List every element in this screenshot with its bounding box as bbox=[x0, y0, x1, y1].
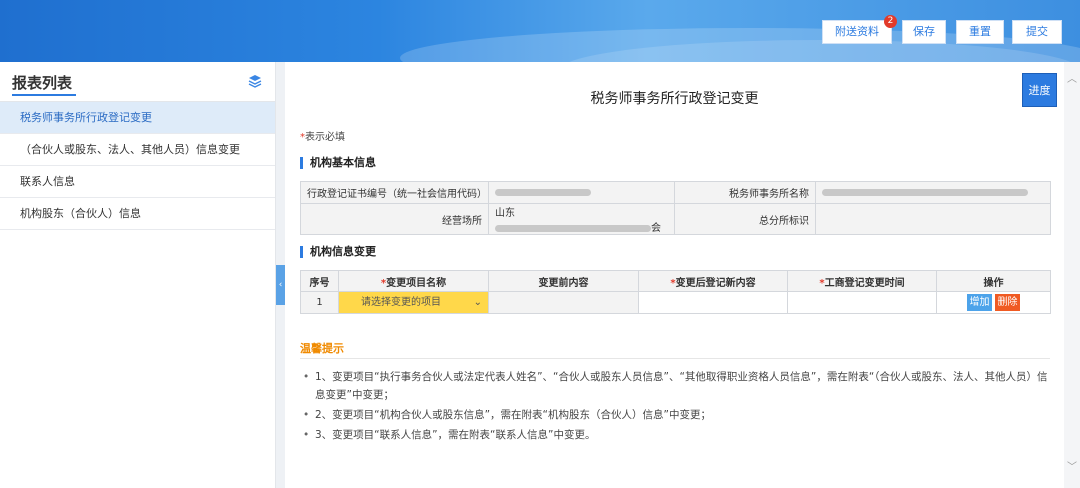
change-item-select[interactable]: 请选择变更的项目 ⌄ bbox=[339, 292, 488, 313]
ops-cell: 增加 删除 bbox=[936, 291, 1051, 314]
before-content-cell bbox=[488, 291, 639, 314]
col-no-header: 序号 bbox=[300, 270, 339, 292]
place-suffix: 会 bbox=[651, 223, 661, 234]
sidebar-item-partner-change[interactable]: （合伙人或股东、法人、其他人员）信息变更 bbox=[0, 134, 275, 166]
sidebar-title-underline bbox=[12, 94, 76, 96]
col-item-label: 变更项目名称 bbox=[386, 277, 447, 289]
change-info-section-title: 机构信息变更 bbox=[300, 246, 376, 258]
basic-info-section-title: 机构基本信息 bbox=[300, 157, 376, 169]
collapse-sidebar-toggle[interactable]: ‹ bbox=[276, 265, 285, 305]
change-time-input[interactable] bbox=[787, 291, 937, 314]
cert-number-value bbox=[488, 181, 675, 204]
layers-icon[interactable] bbox=[248, 74, 264, 90]
save-button[interactable]: 保存 bbox=[902, 20, 946, 44]
attach-materials-button[interactable]: 附送资料 bbox=[822, 20, 892, 44]
row-no: 1 bbox=[300, 291, 339, 314]
table-row: 1 请选择变更的项目 ⌄ 增加 删除 bbox=[300, 291, 1051, 314]
branch-flag-label: 总分所标识 bbox=[674, 203, 816, 235]
list-item: 1、变更项目“执行事务合伙人或法定代表人姓名”、“合伙人或股东人员信息”、“其他… bbox=[303, 368, 1048, 404]
scroll-down-icon[interactable]: ﹀ bbox=[1067, 458, 1077, 473]
col-ops-header: 操作 bbox=[936, 270, 1051, 292]
chevron-down-icon: ⌄ bbox=[473, 297, 482, 308]
report-list-sidebar: 报表列表 税务师事务所行政登记变更 （合伙人或股东、法人、其他人员）信息变更 联… bbox=[0, 62, 276, 488]
business-place-value: 山东会 bbox=[488, 203, 675, 235]
col-time-header: *工商登记变更时间 bbox=[787, 270, 937, 292]
tips-list: 1、变更项目“执行事务合伙人或法定代表人姓名”、“合伙人或股东人员信息”、“其他… bbox=[303, 368, 1048, 446]
tips-title: 温馨提示 bbox=[300, 342, 344, 355]
after-content-input[interactable] bbox=[638, 291, 788, 314]
firm-name-label: 税务师事务所名称 bbox=[674, 181, 816, 204]
reset-button[interactable]: 重置 bbox=[956, 20, 1004, 44]
tips-divider bbox=[300, 358, 1050, 359]
select-placeholder: 请选择变更的项目 bbox=[361, 297, 441, 308]
col-after-header: *变更后登记新内容 bbox=[638, 270, 788, 292]
branch-flag-value bbox=[815, 203, 1051, 235]
cert-number-label: 行政登记证书编号（统一社会信用代码） bbox=[300, 181, 489, 204]
sidebar-item-admin-change[interactable]: 税务师事务所行政登记变更 bbox=[0, 102, 275, 134]
col-before-header: 变更前内容 bbox=[488, 270, 639, 292]
notification-badge: 2 bbox=[884, 15, 897, 28]
add-row-button[interactable]: 增加 bbox=[967, 294, 992, 311]
sidebar-item-shareholder[interactable]: 机构股东（合伙人）信息 bbox=[0, 198, 275, 230]
change-table: 序号 *变更项目名称 变更前内容 *变更后登记新内容 *工商登记变更时间 操作 … bbox=[300, 270, 1051, 314]
list-item: 2、变更项目“机构合伙人或股东信息”，需在附表“机构股东（合伙人）信息”中变更； bbox=[303, 406, 1048, 424]
progress-button[interactable]: 进度 bbox=[1022, 73, 1057, 107]
col-time-label: 工商登记变更时间 bbox=[824, 277, 905, 289]
submit-button[interactable]: 提交 bbox=[1012, 20, 1062, 44]
col-item-header: *变更项目名称 bbox=[338, 270, 489, 292]
sidebar-header: 报表列表 bbox=[0, 62, 275, 102]
scroll-up-icon[interactable]: ︿ bbox=[1067, 70, 1077, 85]
main-scrollbar[interactable]: ︿ ﹀ bbox=[1064, 62, 1080, 488]
delete-row-button[interactable]: 删除 bbox=[995, 294, 1020, 311]
business-place-label: 经营场所 bbox=[300, 203, 489, 235]
main-panel: 税务师事务所行政登记变更 进度 *表示必填 机构基本信息 行政登记证书编号（统一… bbox=[285, 62, 1064, 488]
firm-name-value bbox=[815, 181, 1051, 204]
list-item: 3、变更项目“联系人信息”，需在附表“联系人信息”中变更。 bbox=[303, 426, 1048, 444]
sidebar-title: 报表列表 bbox=[12, 74, 73, 92]
change-item-cell: 请选择变更的项目 ⌄ bbox=[338, 291, 489, 314]
required-note: *表示必填 bbox=[300, 128, 345, 143]
col-after-label: 变更后登记新内容 bbox=[675, 277, 756, 289]
basic-info-table: 行政登记证书编号（统一社会信用代码） 税务师事务所名称 经营场所 山东会 总分所… bbox=[300, 181, 1051, 235]
required-text: 表示必填 bbox=[305, 132, 345, 143]
place-prefix: 山东 bbox=[495, 208, 515, 219]
page-title: 税务师事务所行政登记变更 bbox=[590, 91, 759, 107]
sidebar-item-contact[interactable]: 联系人信息 bbox=[0, 166, 275, 198]
